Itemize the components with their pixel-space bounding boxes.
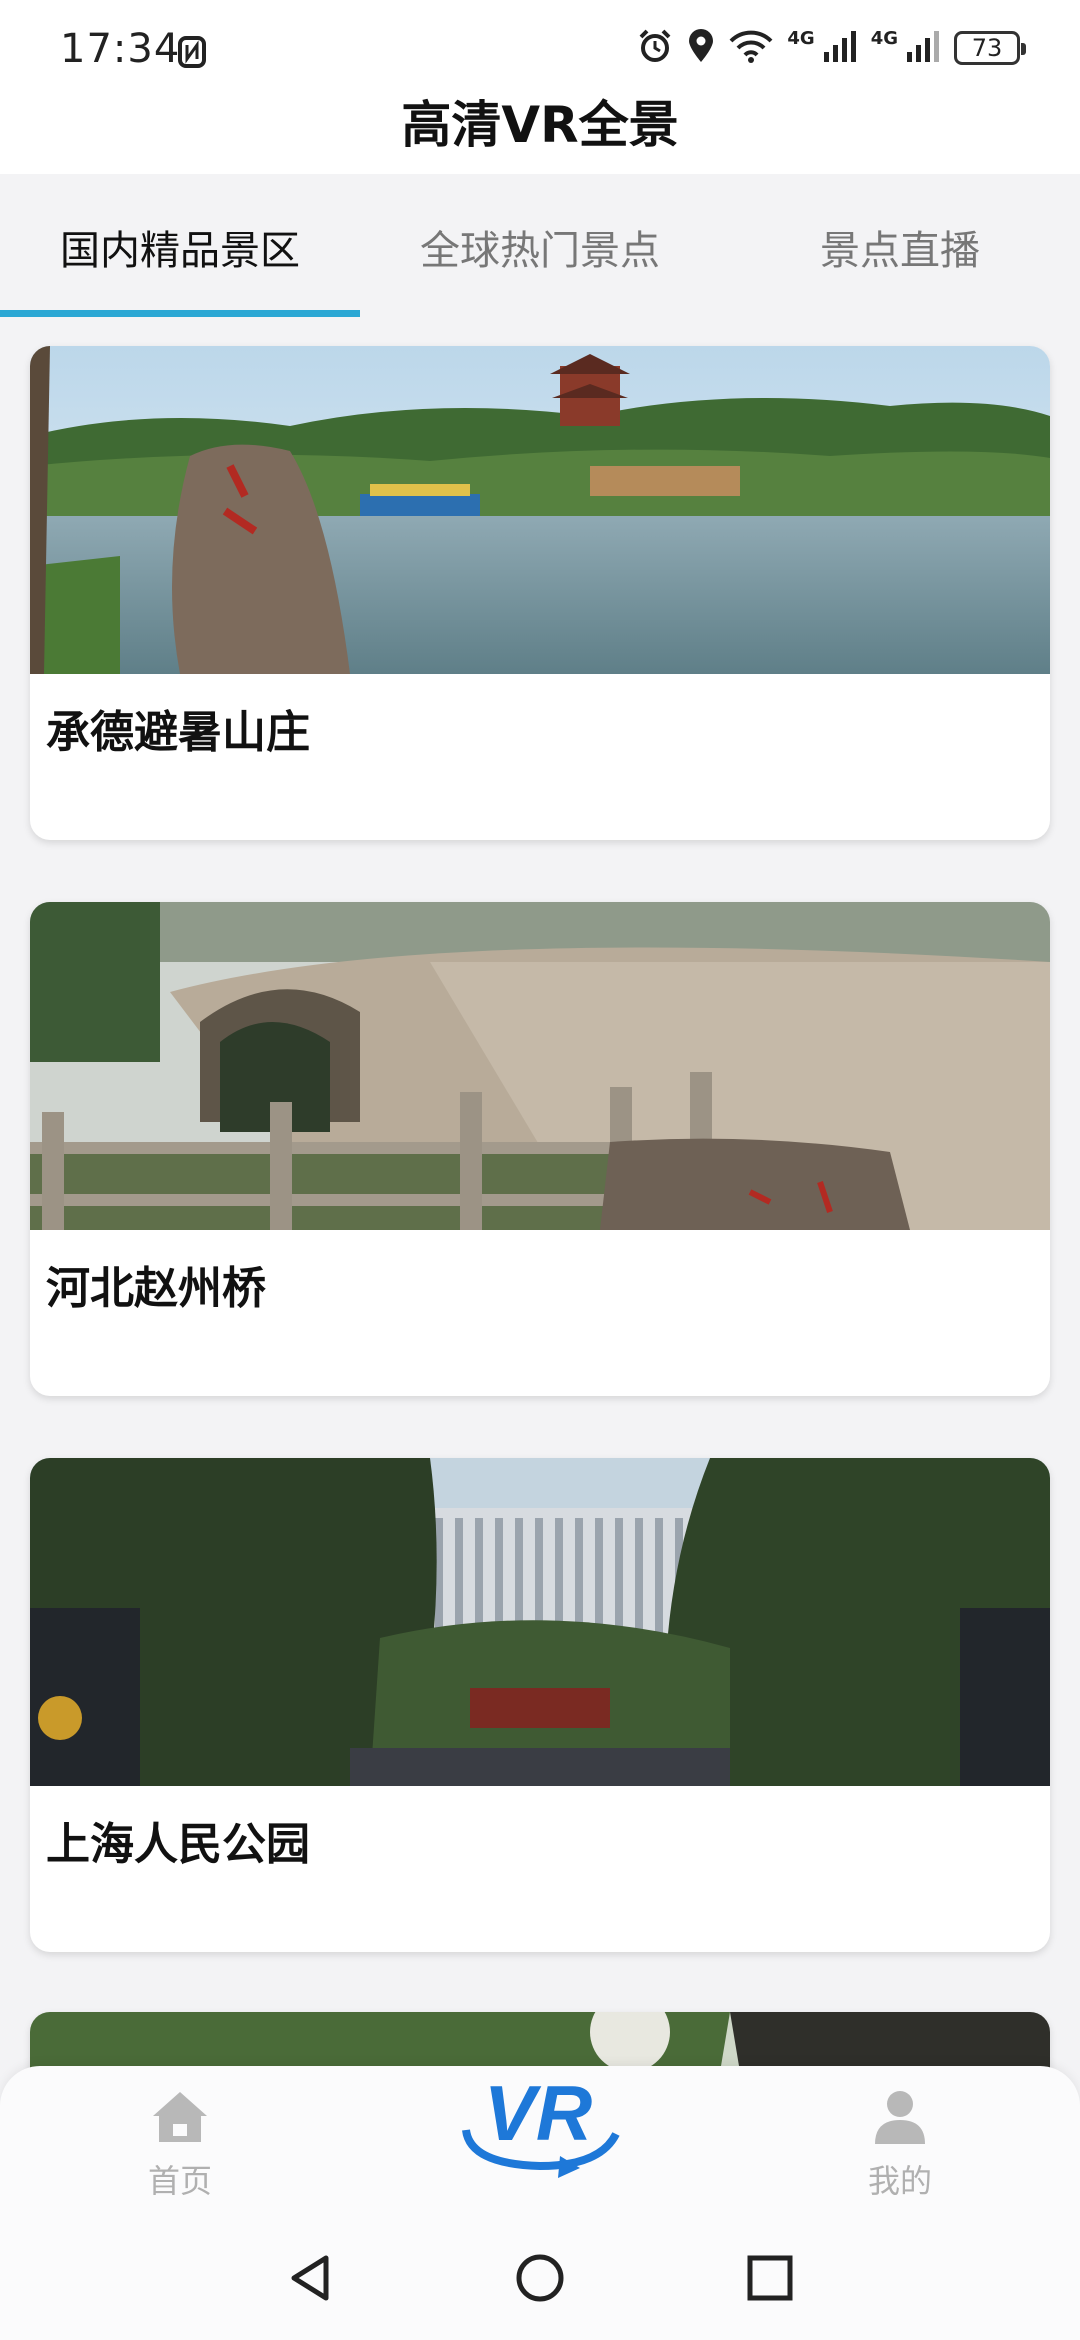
scenic-title: 河北赵州桥 (46, 1263, 266, 1314)
nav-me[interactable]: 我的 (820, 2088, 980, 2202)
tab-live[interactable]: 景点直播 (720, 218, 1080, 276)
scenic-card[interactable]: 承德避暑山庄 (30, 346, 1050, 840)
user-icon (875, 2091, 925, 2144)
system-nav-bar (0, 2216, 1080, 2340)
nav-vr[interactable]: VR (450, 2069, 630, 2188)
scenic-photo-city-park (30, 1458, 1050, 1786)
scenic-title: 承德避暑山庄 (46, 707, 310, 758)
alarm-icon (637, 28, 673, 68)
back-icon[interactable] (284, 2252, 336, 2308)
home-circle-icon[interactable] (514, 2252, 566, 2308)
bottom-nav: 首页 VR 我的 (0, 2066, 1080, 2216)
status-bar: 17:34 4G 4G 73 (0, 0, 1080, 92)
tab-global[interactable]: 全球热门景点 (360, 218, 720, 276)
signal-icon (906, 30, 940, 66)
network-type-label-2: 4G (870, 27, 898, 49)
scenic-photo-stone-bridge (30, 902, 1050, 1230)
vr-logo-icon: VR (462, 2069, 620, 2178)
network-type-label-1: 4G (787, 27, 815, 49)
active-tab-indicator (0, 310, 360, 317)
status-time: 17:34 (60, 26, 181, 72)
vr-logo-text: VR (484, 2072, 592, 2157)
tab-domestic[interactable]: 国内精品景区 (0, 218, 360, 276)
scenic-card[interactable]: 河北赵州桥 (30, 902, 1050, 1396)
signal-icon (823, 30, 857, 66)
nav-home[interactable]: 首页 (100, 2088, 260, 2202)
battery-icon: 73 (954, 31, 1026, 65)
category-tabs: 国内精品景区 全球热门景点 景点直播 (0, 174, 1080, 318)
title-bar: 高清VR全景 (0, 92, 1080, 174)
nav-me-label: 我的 (867, 2162, 932, 2200)
wifi-icon (729, 29, 773, 67)
recents-icon[interactable] (744, 2252, 796, 2308)
location-icon (687, 28, 715, 68)
nav-home-label: 首页 (147, 2162, 212, 2200)
page-title: 高清VR全景 (401, 96, 679, 154)
home-icon (153, 2092, 207, 2142)
scenic-title: 上海人民公园 (46, 1819, 310, 1870)
scenic-photo-lake-pavilion (30, 346, 1050, 674)
nfc-icon (178, 36, 206, 72)
scenic-card[interactable]: 上海人民公园 (30, 1458, 1050, 1952)
